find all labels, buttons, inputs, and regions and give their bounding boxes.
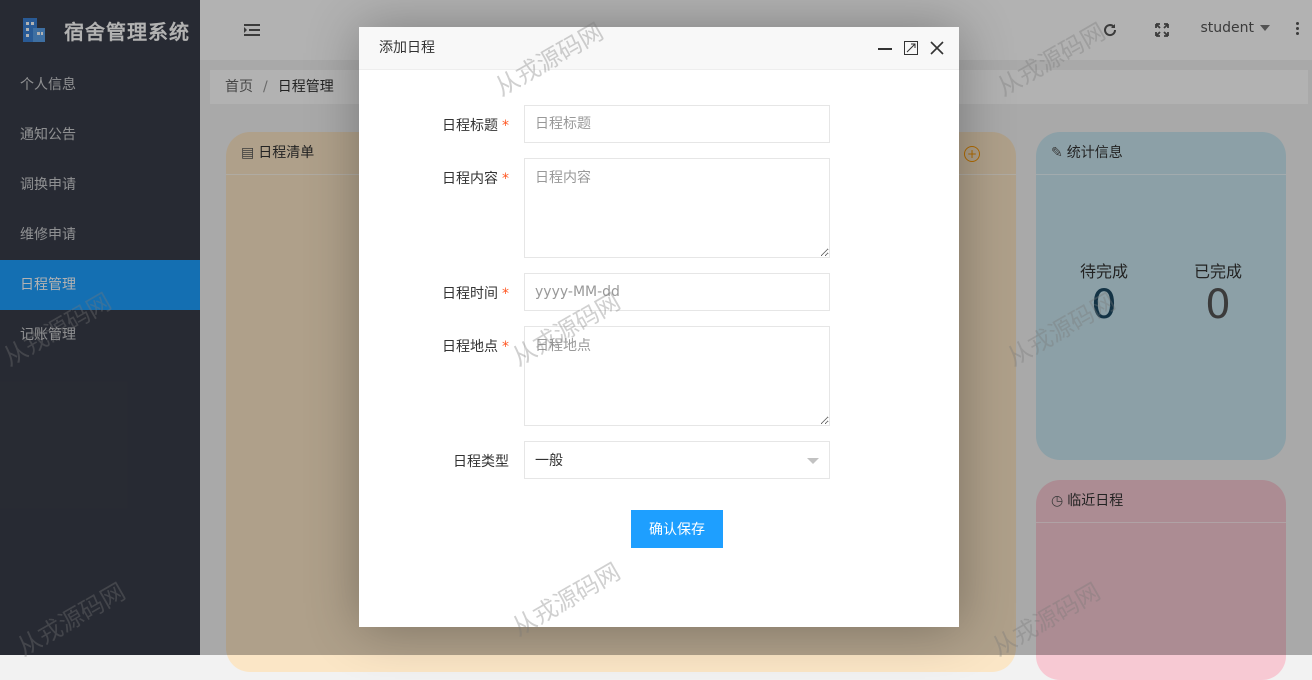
minimize-icon[interactable] [877, 40, 893, 56]
dialog-controls [877, 27, 945, 69]
place-label: 日程地点 * [442, 339, 509, 355]
dialog-header: 添加日程 [359, 27, 959, 70]
selected-type: 一般 [535, 453, 563, 469]
time-label: 日程时间 * [442, 286, 509, 302]
confirm-save-button[interactable]: 确认保存 [631, 510, 723, 548]
dialog-title: 添加日程 [379, 40, 435, 56]
add-schedule-dialog: 添加日程 日程标题* 日程内容* 日程时间* 日程地点* 日程类型 一般 确认保… [359, 27, 959, 627]
schedule-date-input[interactable] [524, 273, 830, 311]
schedule-title-input[interactable] [524, 105, 830, 143]
close-icon[interactable] [929, 40, 945, 56]
schedule-content-textarea[interactable] [524, 158, 830, 258]
dropdown-arrow-icon [807, 458, 819, 464]
schedule-type-select[interactable]: 一般 [524, 441, 830, 479]
content-label: 日程内容 * [442, 171, 509, 187]
type-label: 日程类型 [453, 454, 509, 470]
schedule-place-textarea[interactable] [524, 326, 830, 426]
maximize-icon[interactable] [903, 40, 919, 56]
title-label: 日程标题 * [442, 118, 509, 134]
